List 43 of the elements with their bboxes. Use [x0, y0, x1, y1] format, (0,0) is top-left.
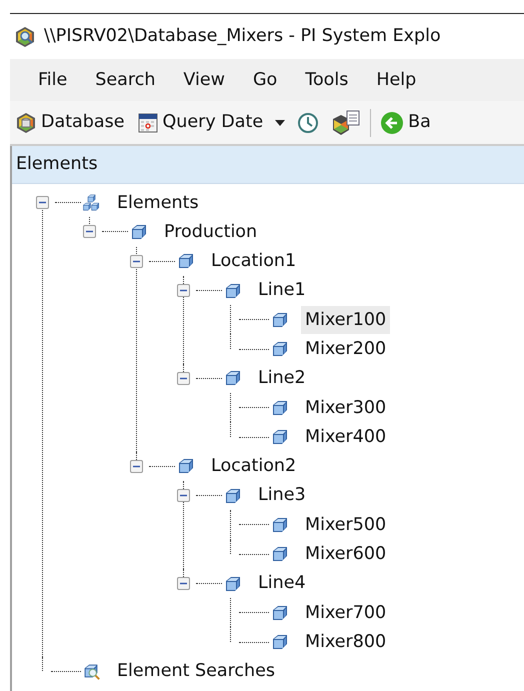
tree-item[interactable]: Element Searches — [113, 657, 280, 686]
menu-item[interactable]: Tools — [291, 66, 362, 94]
expander-button[interactable] — [177, 577, 190, 590]
menu-item[interactable]: File — [10, 66, 82, 94]
tree-item[interactable]: Mixer500 — [301, 510, 390, 540]
tree-item[interactable]: Line2 — [254, 364, 310, 393]
tree-item[interactable]: Mixer600 — [301, 540, 390, 568]
tree-item[interactable]: Line1 — [254, 276, 310, 305]
cubes-icon — [81, 192, 101, 213]
expander-button[interactable] — [83, 225, 96, 238]
tree-item[interactable]: Mixer100 — [301, 306, 390, 334]
expander-button[interactable] — [36, 196, 49, 210]
tree-item[interactable]: Location1 — [207, 247, 300, 276]
tree-item[interactable]: Elements — [113, 188, 203, 217]
tree-item[interactable]: Mixer400 — [301, 422, 390, 452]
expander-button[interactable] — [177, 284, 190, 298]
database-button[interactable]: Database — [12, 109, 128, 136]
database-icon — [15, 112, 37, 134]
expander-button[interactable] — [177, 372, 190, 385]
tree-item[interactable]: Mixer800 — [301, 628, 390, 656]
caret-icon[interactable] — [275, 120, 286, 126]
menu-item[interactable]: Search — [81, 66, 170, 94]
expander-button[interactable] — [130, 254, 143, 268]
expander-button[interactable] — [177, 489, 190, 502]
tree-item[interactable]: Production — [160, 218, 262, 246]
tree-item[interactable]: Location2 — [207, 452, 300, 480]
calendar-icon — [136, 112, 159, 134]
tree-item[interactable]: Line3 — [254, 481, 310, 510]
menu-item[interactable]: Help — [362, 66, 430, 94]
tree-item[interactable]: Mixer300 — [301, 394, 390, 422]
window-title: \\PISRV02\Database_Mixers - PI System Explo — [44, 25, 441, 48]
tree-item[interactable]: Line4 — [254, 569, 310, 598]
database-document-icon[interactable] — [331, 110, 362, 136]
tree-item[interactable]: Mixer200 — [301, 335, 390, 364]
back-button[interactable]: Ba — [377, 109, 434, 136]
panel-title: Elements — [16, 153, 98, 176]
menu-item[interactable]: Go — [238, 66, 292, 94]
menu-item[interactable]: View — [169, 66, 239, 94]
tree-item[interactable]: Mixer700 — [301, 598, 390, 627]
expander-button[interactable] — [130, 460, 143, 473]
clock-icon[interactable] — [297, 112, 320, 134]
app-icon — [14, 26, 36, 48]
query-date-button[interactable]: Query Date — [134, 109, 266, 136]
